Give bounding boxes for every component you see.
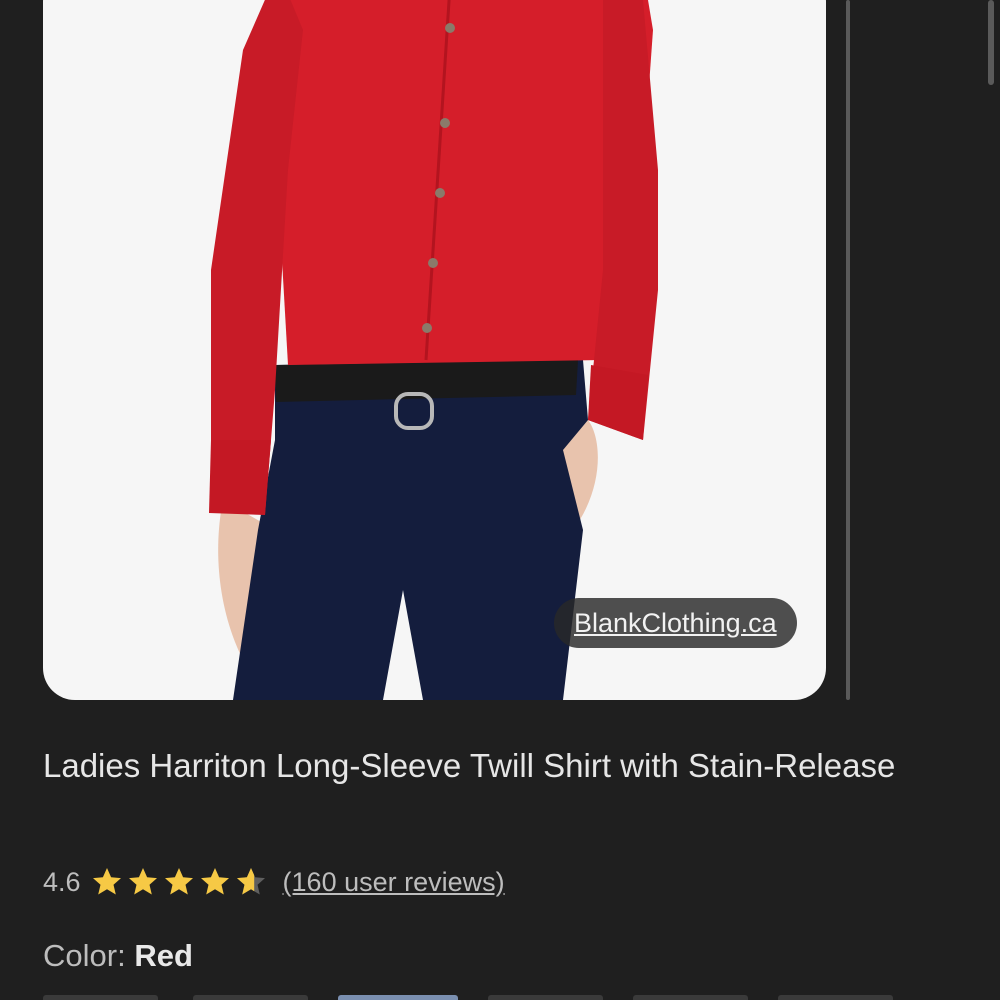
scrollbar[interactable]	[988, 0, 994, 85]
star-full-icon	[200, 868, 229, 895]
color-swatch[interactable]	[43, 995, 158, 1000]
reviews-link[interactable]: (160 user reviews)	[283, 867, 505, 898]
product-image[interactable]: BlankClothing.ca	[43, 0, 826, 700]
rating-value: 4.6	[43, 866, 81, 897]
color-swatch[interactable]	[193, 995, 308, 1000]
color-swatch[interactable]	[488, 995, 603, 1000]
star-full-icon	[92, 868, 121, 895]
product-photo-illustration	[209, 0, 658, 700]
star-full-icon	[128, 868, 157, 895]
color-swatch-strip	[43, 995, 953, 1000]
star-half-icon	[236, 868, 265, 895]
color-label: Color:	[43, 938, 135, 973]
rating-row: 4.6 (160 user reviews)	[43, 860, 505, 904]
star-full-icon	[164, 868, 193, 895]
color-value: Red	[134, 938, 193, 973]
carousel-divider	[846, 0, 850, 700]
star-rating	[91, 866, 271, 898]
color-swatch[interactable]	[778, 995, 893, 1000]
color-swatch[interactable]	[633, 995, 748, 1000]
color-swatch-selected[interactable]	[338, 995, 458, 1000]
color-row: Color: Red	[43, 938, 193, 974]
product-title: Ladies Harriton Long-Sleeve Twill Shirt …	[43, 747, 896, 784]
image-source-link[interactable]: BlankClothing.ca	[554, 598, 797, 648]
